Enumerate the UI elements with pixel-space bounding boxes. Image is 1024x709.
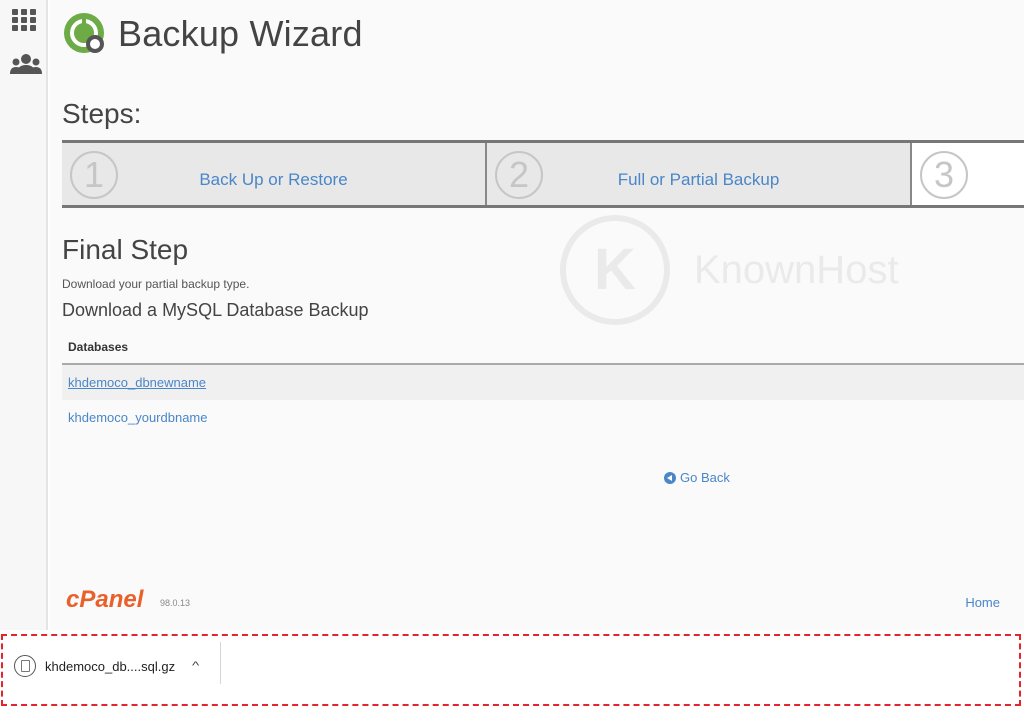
chevron-up-icon[interactable]: ^ [192, 660, 199, 672]
download-file-name: khdemoco_db....sql.gz [45, 658, 176, 674]
arrow-left-circle-icon [664, 471, 676, 484]
step-full-or-partial-backup[interactable]: 2 Full or Partial Backup [487, 143, 912, 205]
steps-heading: Steps: [62, 98, 142, 129]
step-label[interactable]: Full or Partial Backup [487, 170, 910, 190]
table-row: khdemoco_yourdbname [62, 400, 1024, 435]
backup-wizard-icon [64, 13, 104, 53]
download-item[interactable]: khdemoco_db....sql.gz ^ [14, 648, 199, 684]
knownhost-watermark: K KnownHost [560, 215, 899, 325]
final-step-description: Download your partial backup type. [62, 277, 250, 291]
knownhost-logo-icon: K [560, 215, 670, 325]
page-title: Backup Wizard [118, 13, 363, 54]
cpanel-logo: cPanel [66, 586, 144, 613]
databases-table: Databases khdemoco_dbnewname khdemoco_yo… [62, 333, 1024, 435]
download-bar-divider [220, 642, 221, 684]
sidebar [0, 0, 48, 630]
go-back-label: Go Back [680, 470, 730, 485]
apps-grid-icon[interactable] [10, 8, 38, 32]
step-label[interactable]: Back Up or Restore [62, 170, 485, 190]
users-group-icon[interactable] [10, 52, 42, 78]
final-step-heading: Final Step [62, 234, 189, 265]
step-back-up-or-restore[interactable]: 1 Back Up or Restore [62, 143, 487, 205]
steps-progress-bar: 1 Back Up or Restore 2 Full or Partial B… [62, 140, 1024, 208]
database-link[interactable]: khdemoco_yourdbname [68, 410, 207, 425]
cpanel-version: 98.0.13 [160, 598, 191, 608]
browser-download-bar: khdemoco_db....sql.gz ^ [0, 630, 1024, 709]
main-content: Backup Wizard Steps: 1 Back Up or Restor… [50, 0, 1024, 630]
go-back-link[interactable]: Go Back [664, 470, 730, 485]
mysql-backup-heading: Download a MySQL Database Backup [62, 300, 369, 320]
file-icon [14, 655, 36, 677]
database-link[interactable]: khdemoco_dbnewname [68, 375, 206, 390]
home-link[interactable]: Home [965, 595, 1000, 610]
table-header: Databases [62, 333, 1024, 365]
step-current: 3 [912, 143, 1024, 205]
page-header: Backup Wizard [62, 8, 363, 60]
table-row: khdemoco_dbnewname [62, 365, 1024, 400]
watermark-text: KnownHost [694, 247, 899, 292]
step-number: 3 [920, 151, 968, 199]
